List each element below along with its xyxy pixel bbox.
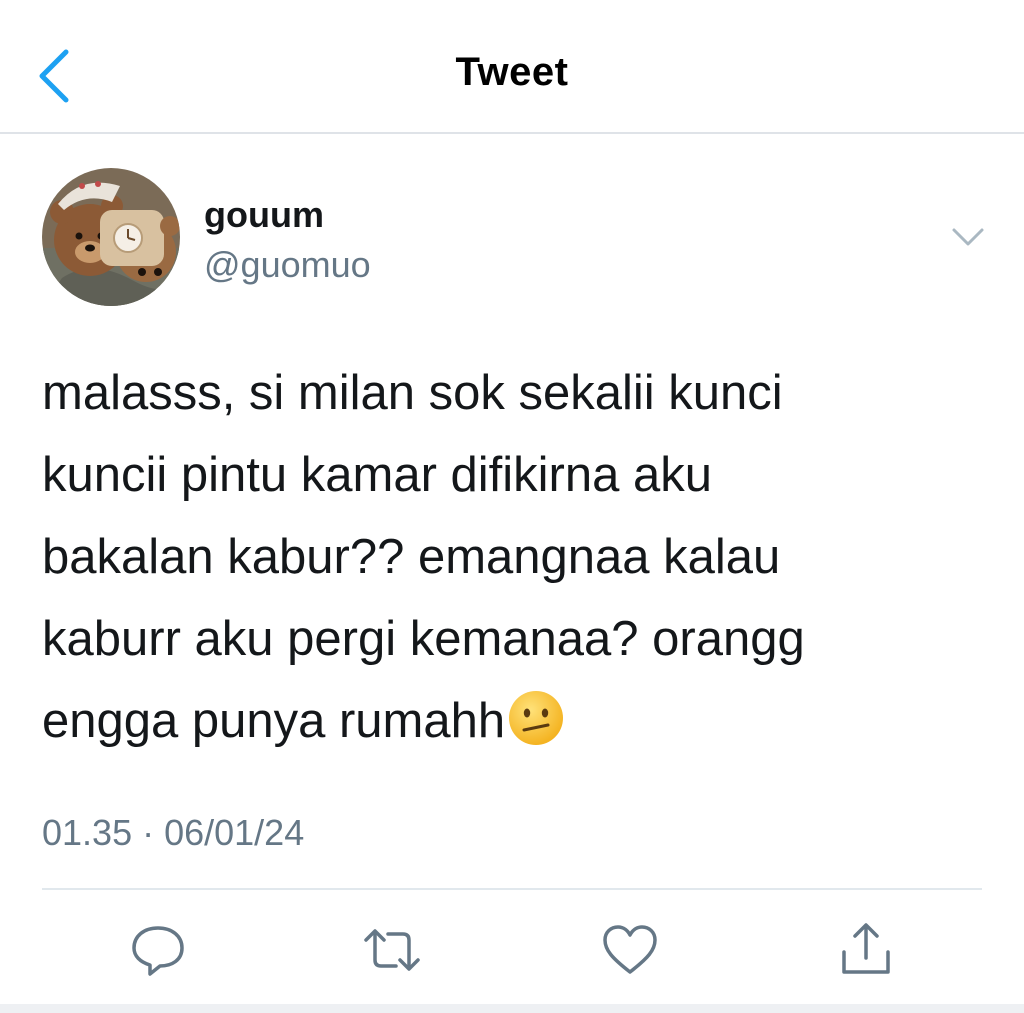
tweet-line: kuncii pintu kamar difikirna aku	[42, 448, 712, 502]
bottom-separator	[0, 1004, 1024, 1013]
heart-icon	[603, 925, 657, 974]
share-icon	[842, 923, 890, 974]
tweet-text: malasss, si milan sok sekalii kunci kunc…	[42, 352, 972, 762]
author-handle[interactable]: @guomuo	[204, 244, 371, 286]
chevron-down-icon	[952, 228, 984, 246]
divider	[42, 888, 982, 890]
tweet-line: kaburr aku pergi kemanaa? orangg	[42, 612, 805, 666]
more-options-button[interactable]	[946, 222, 990, 252]
top-nav-bar: Tweet	[0, 0, 1024, 134]
tweet-timestamp: 01.35 · 06/01/24	[42, 812, 305, 853]
author-display-name[interactable]: gouum	[204, 194, 324, 236]
tweet-last-line: engga punya rumahh	[42, 680, 972, 762]
retweet-button[interactable]	[362, 922, 422, 978]
share-button[interactable]	[836, 922, 896, 978]
confused-face-emoji	[509, 691, 564, 745]
reply-button[interactable]	[128, 922, 188, 978]
retweet-icon	[364, 929, 420, 971]
tweet-line: bakalan kabur?? emangnaa kalau	[42, 530, 781, 584]
avatar[interactable]	[42, 168, 180, 306]
like-button[interactable]	[600, 922, 660, 978]
tweet-line: engga punya rumahh	[42, 694, 506, 748]
teddy-bear-avatar-image	[42, 168, 180, 306]
page-title: Tweet	[455, 50, 569, 94]
tweet-line: malasss, si milan sok sekalii kunci	[42, 366, 783, 420]
reply-icon	[132, 926, 184, 976]
tweet-detail-screen: Tweet gouum @guomuo malasss, si milan so…	[0, 0, 1024, 1013]
